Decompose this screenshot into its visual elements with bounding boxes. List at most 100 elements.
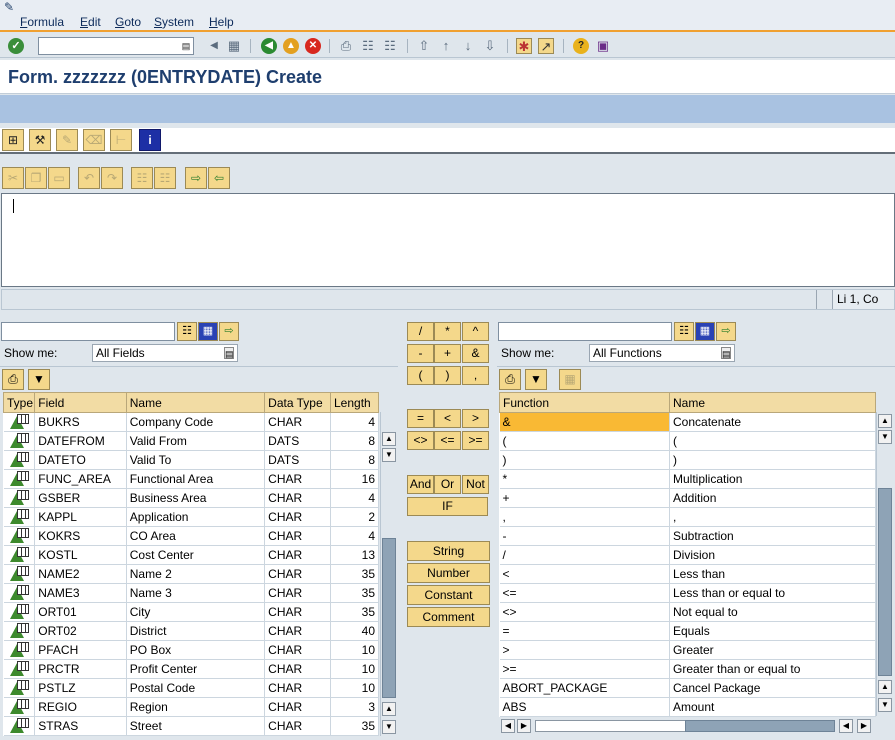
table-row[interactable]: NAME3 Name 3 CHAR 35 xyxy=(3,583,379,603)
field-technical-name[interactable]: GSBER xyxy=(34,488,127,508)
field-length[interactable]: 35 xyxy=(330,583,379,603)
table-row[interactable]: KOKRS CO Area CHAR 4 xyxy=(3,526,379,546)
command-input[interactable] xyxy=(39,38,179,54)
find-icon[interactable]: ☷ xyxy=(674,322,694,341)
operator-equals-button[interactable]: = xyxy=(407,409,434,428)
check-icon[interactable]: ✓ xyxy=(8,38,24,54)
field-description[interactable]: Valid To xyxy=(126,450,266,470)
field-data-type[interactable]: CHAR xyxy=(264,545,331,565)
function-description[interactable]: Equals xyxy=(669,621,876,641)
field-data-type[interactable]: CHAR xyxy=(264,469,331,489)
field-description[interactable]: Postal Code xyxy=(126,678,266,698)
menu-system[interactable]: System xyxy=(154,14,194,30)
field-length[interactable]: 10 xyxy=(330,659,379,679)
field-type-cell[interactable] xyxy=(3,678,36,698)
field-technical-name[interactable]: KOSTL xyxy=(34,545,127,565)
field-list-icon[interactable]: ▦ xyxy=(198,322,218,341)
table-row[interactable]: & Concatenate xyxy=(499,412,876,432)
table-row[interactable]: < Less than xyxy=(499,564,876,584)
function-description[interactable]: Not equal to xyxy=(669,602,876,622)
function-description[interactable]: Cancel Package xyxy=(669,678,876,698)
new-session-icon[interactable]: ✱ xyxy=(516,38,532,54)
function-description[interactable]: Multiplication xyxy=(669,469,876,489)
field-description[interactable]: Application xyxy=(126,507,266,527)
operator-divide-button[interactable]: / xyxy=(407,322,434,341)
operator-comma-button[interactable]: , xyxy=(462,366,489,385)
field-type-cell[interactable] xyxy=(3,640,36,660)
operator-and-button[interactable]: And xyxy=(407,475,434,494)
shortcut-icon[interactable]: ↗ xyxy=(538,38,554,54)
save-icon[interactable]: ▦ xyxy=(226,38,242,54)
function-description[interactable]: Concatenate xyxy=(669,412,876,432)
field-type-cell[interactable] xyxy=(3,488,36,508)
operator-less-equal-button[interactable]: <= xyxy=(434,431,461,450)
function-description[interactable]: Greater than or equal to xyxy=(669,659,876,679)
print-icon[interactable]: ⎙ xyxy=(338,38,354,54)
field-length[interactable]: 16 xyxy=(330,469,379,489)
table-row[interactable]: KOSTL Cost Center CHAR 13 xyxy=(3,545,379,565)
field-description[interactable]: Name 3 xyxy=(126,583,266,603)
table-row[interactable]: ,, xyxy=(499,507,876,527)
table-row[interactable]: BUKRS Company Code CHAR 4 xyxy=(3,412,379,432)
field-length[interactable]: 2 xyxy=(330,507,379,527)
scroll-up-icon[interactable]: ▲ xyxy=(878,680,892,694)
show-me-fields-select[interactable]: All Fields ▤ xyxy=(92,344,238,362)
field-type-cell[interactable] xyxy=(3,507,36,527)
scroll-up-icon[interactable]: ▲ xyxy=(382,702,396,716)
field-data-type[interactable]: DATS xyxy=(264,450,331,470)
field-type-cell[interactable] xyxy=(3,564,36,584)
field-length[interactable]: 35 xyxy=(330,564,379,584)
column-header-name[interactable]: Name xyxy=(669,392,876,413)
print-icon[interactable]: ⎙ xyxy=(499,369,521,390)
table-row[interactable]: FUNC_AREA Functional Area CHAR 16 xyxy=(3,469,379,489)
command-field[interactable]: ▤ xyxy=(38,37,194,55)
function-description[interactable]: Less than xyxy=(669,564,876,584)
table-row[interactable]: GSBER Business Area CHAR 4 xyxy=(3,488,379,508)
function-description[interactable]: Less than or equal to xyxy=(669,583,876,603)
field-length[interactable]: 4 xyxy=(330,488,379,508)
field-description[interactable]: PO Box xyxy=(126,640,266,660)
field-technical-name[interactable]: NAME2 xyxy=(34,564,127,584)
table-row[interactable]: NAME2 Name 2 CHAR 35 xyxy=(3,564,379,584)
tools-icon[interactable]: ⚒ xyxy=(29,129,51,151)
function-symbol[interactable]: <= xyxy=(499,583,670,603)
table-row[interactable]: ABS Amount xyxy=(499,697,876,717)
function-description[interactable]: Greater xyxy=(669,640,876,660)
field-type-cell[interactable] xyxy=(3,545,36,565)
table-row[interactable]: > Greater xyxy=(499,640,876,660)
import-icon[interactable]: ⇨ xyxy=(185,167,207,189)
function-symbol[interactable]: > xyxy=(499,640,670,660)
table-row[interactable]: DATEFROM Valid From DATS 8 xyxy=(3,431,379,451)
table-row[interactable]: ABORT_PACKAGE Cancel Package xyxy=(499,678,876,698)
table-row[interactable]: PSTLZ Postal Code CHAR 10 xyxy=(3,678,379,698)
field-search-field[interactable] xyxy=(1,322,175,341)
field-description[interactable]: Valid From xyxy=(126,431,266,451)
field-type-cell[interactable] xyxy=(3,716,36,736)
field-description[interactable]: Company Code xyxy=(126,412,266,432)
field-data-type[interactable]: CHAR xyxy=(264,659,331,679)
operator-greater-equal-button[interactable]: >= xyxy=(462,431,489,450)
operator-open-paren-button[interactable]: ( xyxy=(407,366,434,385)
function-search-input[interactable] xyxy=(499,323,671,340)
function-symbol[interactable]: + xyxy=(499,488,670,508)
functions-vertical-scrollbar[interactable]: ▲ ▼ ▲ ▼ xyxy=(876,412,893,716)
function-symbol[interactable]: < xyxy=(499,564,670,584)
scroll-down-icon[interactable]: ▼ xyxy=(382,720,396,734)
filter-icon[interactable]: ▼ xyxy=(525,369,547,390)
menu-edit[interactable]: Edit xyxy=(80,14,101,30)
formula-editor[interactable] xyxy=(1,193,895,287)
scroll-left-icon[interactable]: ◀ xyxy=(839,719,853,733)
field-data-type[interactable]: CHAR xyxy=(264,621,331,641)
table-row[interactable]: - Subtraction xyxy=(499,526,876,546)
field-type-cell[interactable] xyxy=(3,602,36,622)
field-data-type[interactable]: CHAR xyxy=(264,583,331,603)
transfer-icon[interactable]: ⇨ xyxy=(716,322,736,341)
field-data-type[interactable]: CHAR xyxy=(264,640,331,660)
table-row[interactable]: + Addition xyxy=(499,488,876,508)
table-row[interactable]: KAPPL Application CHAR 2 xyxy=(3,507,379,527)
string-button[interactable]: String xyxy=(407,541,490,561)
field-length[interactable]: 10 xyxy=(330,640,379,660)
exit-icon[interactable]: ▲ xyxy=(283,38,299,54)
field-technical-name[interactable]: FUNC_AREA xyxy=(34,469,127,489)
table-row[interactable]: (( xyxy=(499,431,876,451)
